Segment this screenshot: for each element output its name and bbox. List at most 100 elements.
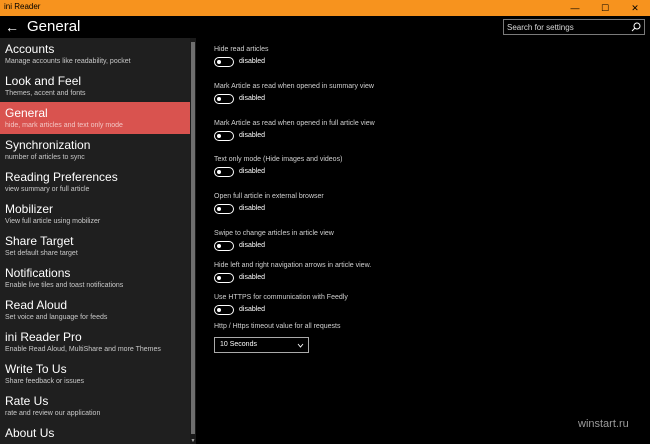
sidebar-item-subtitle: Manage accounts like readability, pocket	[5, 58, 131, 65]
scroll-down-icon[interactable]: ▼	[190, 438, 196, 444]
swipe-articles-toggle[interactable]	[214, 241, 234, 251]
sidebar-item-subtitle: Enable Read Aloud, MultiShare and more T…	[5, 346, 161, 353]
setting-use-https: Use HTTPS for communication with Feedly …	[214, 294, 348, 319]
sidebar-item-title: Rate Us	[5, 394, 49, 408]
watermark: winstart.ru	[578, 418, 629, 430]
sidebar-item-title: Accounts	[5, 42, 55, 56]
sidebar-item-subtitle: view summary or full article	[5, 186, 90, 193]
sidebar-item-subtitle: hide, mark articles and text only mode	[5, 122, 123, 129]
toggle-knob	[217, 207, 221, 211]
setting-label: Hide left and right navigation arrows in…	[214, 262, 372, 269]
toggle-knob	[217, 134, 221, 138]
sidebar-item-subtitle: Themes, accent and fonts	[5, 90, 86, 97]
sidebar-item-subtitle: number of articles to sync	[5, 154, 85, 161]
sidebar: Accounts Manage accounts like readabilit…	[0, 38, 190, 444]
toggle-state: disabled	[239, 132, 266, 139]
back-arrow-icon[interactable]: ←	[2, 16, 22, 38]
setting-mark-read-summary: Mark Article as read when opened in summ…	[214, 83, 374, 108]
sidebar-item-subtitle: Enable live tiles and toast notification…	[5, 282, 124, 289]
sidebar-item-accounts[interactable]: Accounts Manage accounts like readabilit…	[0, 38, 190, 70]
toggle-knob	[217, 308, 221, 312]
toggle-state: disabled	[239, 58, 266, 65]
sidebar-item-subtitle: Share feedback or issues	[5, 378, 84, 385]
setting-hide-nav-arrows: Hide left and right navigation arrows in…	[214, 262, 371, 287]
sidebar-item-title: Share Target	[5, 234, 74, 248]
sidebar-item-rate-us[interactable]: Rate Us rate and review our application	[0, 390, 190, 422]
mark-read-summary-toggle[interactable]	[214, 94, 234, 104]
maximize-icon[interactable]: ☐	[590, 0, 620, 16]
toggle-knob	[217, 60, 221, 64]
toggle-knob	[217, 97, 221, 101]
sidebar-item-mobilizer[interactable]: Mobilizer View full article using mobili…	[0, 198, 190, 230]
sidebar-item-general[interactable]: General hide, mark articles and text onl…	[0, 102, 190, 134]
sidebar-item-write-to-us[interactable]: Write To Us Share feedback or issues	[0, 358, 190, 390]
sidebar-item-title: Write To Us	[5, 362, 67, 376]
toggle-state: disabled	[239, 95, 266, 102]
hide-nav-arrows-toggle[interactable]	[214, 273, 234, 283]
toggle-state: disabled	[239, 306, 266, 313]
toggle-state: disabled	[239, 205, 266, 212]
scrollbar-thumb[interactable]	[191, 42, 195, 434]
setting-label: Mark Article as read when opened in full…	[214, 120, 375, 127]
setting-label: Use HTTPS for communication with Feedly	[214, 294, 348, 301]
sidebar-item-title: ini Reader Pro	[5, 330, 82, 344]
setting-swipe-articles: Swipe to change articles in article view…	[214, 230, 334, 255]
mark-read-full-toggle[interactable]	[214, 131, 234, 141]
sidebar-item-title: Look and Feel	[5, 74, 82, 88]
sidebar-item-share-target[interactable]: Share Target Set default share target	[0, 230, 190, 262]
setting-label: Swipe to change articles in article view	[214, 230, 334, 237]
text-only-mode-toggle[interactable]	[214, 167, 234, 177]
search-box[interactable]	[503, 19, 645, 35]
settings-panel: Hide read articles disabled Mark Article…	[197, 38, 650, 444]
sidebar-item-title: Synchronization	[5, 138, 91, 152]
sidebar-item-ini-reader-pro[interactable]: ini Reader Pro Enable Read Aloud, MultiS…	[0, 326, 190, 358]
minimize-icon[interactable]: —	[560, 0, 590, 16]
sidebar-item-title: Mobilizer	[5, 202, 54, 216]
toggle-knob	[217, 244, 221, 248]
setting-label: Open full article in external browser	[214, 193, 324, 200]
sidebar-item-title: Reading Preferences	[5, 170, 118, 184]
app-title: ini Reader	[4, 2, 41, 11]
timeout-dropdown[interactable]: 10 Seconds	[214, 337, 309, 353]
sidebar-item-subtitle: Set voice and language for feeds	[5, 314, 108, 321]
close-icon[interactable]: ✕	[620, 0, 650, 16]
setting-text-only-mode: Text only mode (Hide images and videos) …	[214, 156, 342, 181]
search-icon[interactable]	[631, 22, 641, 32]
dropdown-value: 10 Seconds	[220, 341, 257, 348]
toggle-knob	[217, 276, 221, 280]
sidebar-item-about-us[interactable]: About Us	[0, 422, 190, 444]
setting-external-browser: Open full article in external browser di…	[214, 193, 324, 218]
setting-label: Hide read articles	[214, 46, 269, 53]
search-input[interactable]	[507, 21, 625, 33]
sidebar-scrollbar[interactable]: ▼	[190, 38, 196, 444]
setting-hide-read-articles: Hide read articles disabled	[214, 46, 268, 71]
setting-timeout: Http / Https timeout value for all reque…	[214, 323, 340, 330]
use-https-toggle[interactable]	[214, 305, 234, 315]
sidebar-item-notifications[interactable]: Notifications Enable live tiles and toas…	[0, 262, 190, 294]
sidebar-item-read-aloud[interactable]: Read Aloud Set voice and language for fe…	[0, 294, 190, 326]
toggle-knob	[217, 170, 221, 174]
setting-label: Http / Https timeout value for all reque…	[214, 323, 341, 330]
sidebar-item-title: General	[5, 106, 48, 120]
title-bar: ini Reader — ☐ ✕	[0, 0, 650, 16]
setting-label: Mark Article as read when opened in summ…	[214, 83, 374, 90]
setting-label: Text only mode (Hide images and videos)	[214, 156, 343, 163]
sidebar-item-title: About Us	[5, 426, 55, 440]
toggle-state: disabled	[239, 242, 266, 249]
sidebar-item-subtitle: View full article using mobilizer	[5, 218, 101, 225]
sidebar-item-look-and-feel[interactable]: Look and Feel Themes, accent and fonts	[0, 70, 190, 102]
external-browser-toggle[interactable]	[214, 204, 234, 214]
sidebar-item-subtitle: rate and review our application	[5, 410, 101, 417]
sidebar-item-title: Read Aloud	[5, 298, 68, 312]
sidebar-item-title: Notifications	[5, 266, 71, 280]
sidebar-item-subtitle: Set default share target	[5, 250, 78, 257]
sidebar-item-reading-preferences[interactable]: Reading Preferences view summary or full…	[0, 166, 190, 198]
toggle-state: disabled	[239, 274, 266, 281]
sidebar-item-synchronization[interactable]: Synchronization number of articles to sy…	[0, 134, 190, 166]
page-title: General	[27, 18, 81, 35]
hide-read-articles-toggle[interactable]	[214, 57, 234, 67]
chevron-down-icon	[297, 343, 304, 348]
setting-mark-read-full: Mark Article as read when opened in full…	[214, 120, 375, 145]
header: ← General	[0, 16, 650, 38]
toggle-state: disabled	[239, 168, 266, 175]
